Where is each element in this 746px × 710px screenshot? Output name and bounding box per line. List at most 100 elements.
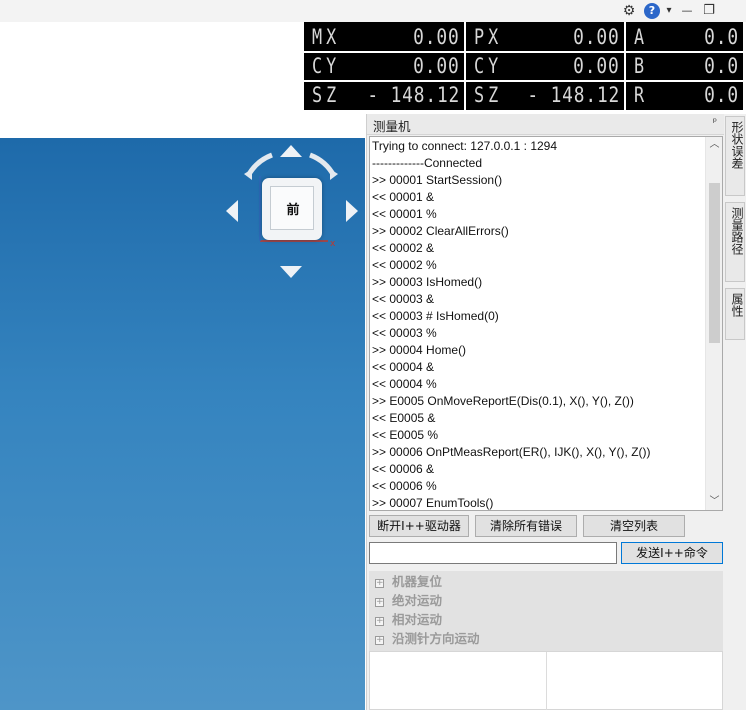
side-tab-strip: 形状误差 测量路径 属性 [724,114,746,710]
log-line: << 00002 & [372,241,435,255]
dro-value: - 148.12 [367,83,460,107]
dro-cell-cy-2: CY 0.00 [466,53,624,81]
disconnect-driver-button[interactable]: 断开I++驱动器 [369,515,469,537]
view-cube-front-face[interactable]: 前 [262,178,322,240]
expand-plus-icon[interactable]: + [375,636,384,645]
log-line: >> 00007 EnumTools() [372,496,494,510]
log-line: << 00004 & [372,360,435,374]
log-line: << 00004 % [372,377,437,391]
tab-properties[interactable]: 属性 [725,288,745,340]
dro-label: B [634,54,649,78]
dro-value: 0.0 [704,83,739,107]
log-scrollbar[interactable]: ︿ ﹀ [705,137,722,510]
dro-value: 0.00 [413,54,460,78]
navigation-arrows: x [226,145,358,278]
tab-measurement-path[interactable]: 测量路径 [725,202,745,282]
property-grid-divider [546,652,547,710]
tree-item-stylus-direction-move[interactable]: + 沿测针方向运动 [375,629,480,648]
log-line: >> 00003 IsHomed() [372,275,483,289]
dro-label: CY [312,54,341,78]
motion-command-tree: + 机器复位 + 绝对运动 + 相对运动 + 沿测针方向运动 [369,571,723,651]
measuring-machine-panel: 测量机 ᵖ ︿ ﹀ Trying to connect: 127.0.0.1 :… [366,114,725,710]
app-window: ⚙ ? ▾ — ❐ MX 0.00 PX 0.00 A 0.0 CY 0.00 … [0,0,746,710]
log-line: Trying to connect: 127.0.0.1 : 1294 [372,139,558,153]
help-icon[interactable]: ? [644,3,660,19]
log-line: << 00006 % [372,479,437,493]
panel-header: 测量机 ᵖ [367,114,725,135]
property-grid[interactable] [369,651,723,710]
dro-cell-r: R 0.0 [626,82,743,110]
scroll-up-icon[interactable]: ︿ [706,137,722,153]
dro-value: 0.0 [704,25,739,49]
restore-icon[interactable]: ❐ [700,2,718,20]
expand-plus-icon[interactable]: + [375,617,384,626]
rotate-up-arrow-icon[interactable] [280,145,302,157]
log-line: -------------Connected [372,156,482,170]
log-line: << 00003 # IsHomed(0) [372,309,499,323]
rotate-left-arrow-icon[interactable] [226,200,238,222]
dro-cell-b: B 0.0 [626,53,743,81]
log-line: >> 00002 ClearAllErrors() [372,224,509,238]
tree-item-machine-reset[interactable]: + 机器复位 [375,572,442,591]
tree-item-label: 相对运动 [392,612,443,627]
3d-viewport[interactable]: x 前 [0,114,365,710]
log-line: << 00001 & [372,190,435,204]
expand-plus-icon[interactable]: + [375,579,384,588]
view-cube-inner[interactable]: 前 [270,186,314,230]
dro-label: R [634,83,649,107]
send-command-button[interactable]: 发送I++命令 [621,542,723,564]
dro-cell-sz-2: SZ - 148.12 [466,82,624,110]
help-dropdown-icon[interactable]: ▾ [660,2,678,20]
log-line: >> 00006 OnPtMeasReport(ER(), IJK(), X()… [372,445,651,459]
tree-item-label: 绝对运动 [392,593,443,608]
log-line: << 00001 % [372,207,437,221]
clear-list-button[interactable]: 清空列表 [583,515,685,537]
rotate-right-arrow-icon[interactable] [346,200,358,222]
dro-value: - 148.12 [527,83,620,107]
tab-label: 测量路径 [730,207,744,255]
dro-divider [624,22,626,110]
tree-item-label: 机器复位 [392,574,443,589]
tab-form-error[interactable]: 形状误差 [725,116,745,196]
title-bar: ⚙ ? ▾ — ❐ [0,0,746,22]
dro-label: A [634,25,649,49]
scroll-down-icon[interactable]: ﹀ [706,494,722,510]
x-axis-label: x [330,239,336,249]
tab-label: 属性 [730,293,744,317]
dro-cell-a: A 0.0 [626,24,743,52]
tree-item-relative-move[interactable]: + 相对运动 [375,610,442,629]
tree-item-label: 沿测针方向运动 [392,631,480,646]
dro-value: 0.00 [573,54,620,78]
dro-label: MX [312,25,341,49]
rotate-down-arrow-icon[interactable] [280,266,302,278]
log-line: << 00002 % [372,258,437,272]
tab-label: 形状误差 [730,121,744,169]
log-line: << 00003 & [372,292,435,306]
dro-divider [304,80,743,82]
clear-all-errors-button[interactable]: 清除所有错误 [475,515,577,537]
scroll-thumb[interactable] [709,183,720,343]
log-line: >> E0005 OnMoveReportE(Dis(0.1), X(), Y(… [372,394,634,408]
minimize-icon[interactable]: — [678,2,696,20]
log-line: << E0005 & [372,411,436,425]
orbit-right-arrowhead-icon [330,169,338,180]
panel-title: 测量机 [373,119,411,134]
dro-cell-cy: CY 0.00 [304,53,464,81]
communication-log[interactable]: ︿ ﹀ Trying to connect: 127.0.0.1 : 1294 -… [369,136,723,511]
gear-icon[interactable]: ⚙ [620,2,638,20]
orbit-left-arrowhead-icon [244,169,252,180]
dro-label: PX [474,25,503,49]
workspace-area [0,22,305,114]
command-input[interactable] [369,542,617,564]
dro-label: SZ [312,83,341,107]
expand-plus-icon[interactable]: + [375,598,384,607]
tree-item-absolute-move[interactable]: + 绝对运动 [375,591,442,610]
dro-value: 0.00 [573,25,620,49]
dro-cell-px: PX 0.00 [466,24,624,52]
dro-display: MX 0.00 PX 0.00 A 0.0 CY 0.00 CY 0.00 B … [304,22,743,110]
dro-divider [304,51,743,53]
log-line: << 00003 % [372,326,437,340]
pin-icon[interactable]: ᵖ [713,117,717,128]
log-line: >> 00004 Home() [372,343,467,357]
dro-value: 0.00 [413,25,460,49]
